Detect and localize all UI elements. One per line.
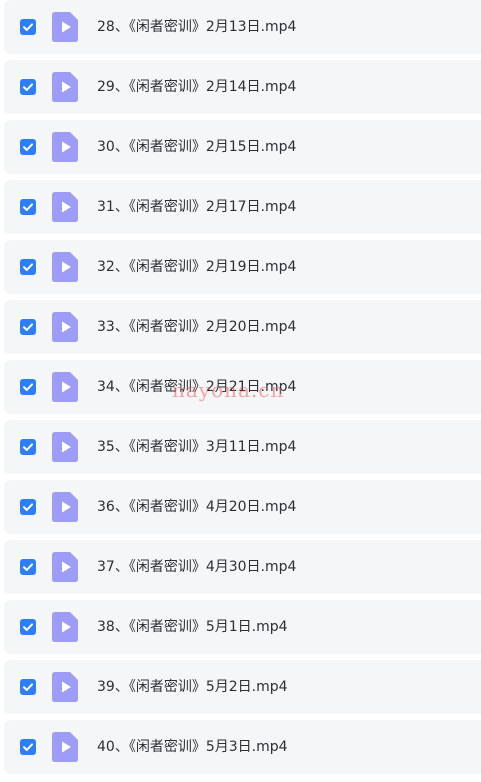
file-name[interactable]: 29、《闲者密训》2月14日.mp4: [97, 77, 296, 97]
file-row[interactable]: 38、《闲者密训》5月1日.mp4: [4, 600, 481, 654]
file-row[interactable]: 37、《闲者密训》4月30日.mp4: [4, 540, 481, 594]
file-checkbox[interactable]: [20, 259, 36, 275]
check-icon: [23, 383, 33, 391]
file-checkbox[interactable]: [20, 139, 36, 155]
file-name[interactable]: 31、《闲者密训》2月17日.mp4: [97, 197, 296, 217]
video-file-icon: [52, 372, 78, 402]
file-name[interactable]: 36、《闲者密训》4月20日.mp4: [97, 497, 296, 517]
video-file-icon: [52, 192, 78, 222]
check-icon: [23, 443, 33, 451]
file-name[interactable]: 35、《闲者密训》3月11日.mp4: [97, 437, 296, 457]
file-checkbox[interactable]: [20, 739, 36, 755]
video-file-icon: [52, 612, 78, 642]
video-file-icon: [52, 732, 78, 762]
file-row[interactable]: 39、《闲者密训》5月2日.mp4: [4, 660, 481, 714]
video-file-icon: [52, 12, 78, 42]
file-row[interactable]: 40、《闲者密训》5月3日.mp4: [4, 720, 481, 774]
file-checkbox[interactable]: [20, 499, 36, 515]
file-name[interactable]: 32、《闲者密训》2月19日.mp4: [97, 257, 296, 277]
check-icon: [23, 323, 33, 331]
file-name[interactable]: 33、《闲者密训》2月20日.mp4: [97, 317, 296, 337]
file-checkbox[interactable]: [20, 619, 36, 635]
file-row[interactable]: 36、《闲者密训》4月20日.mp4: [4, 480, 481, 534]
file-checkbox[interactable]: [20, 19, 36, 35]
check-icon: [23, 83, 33, 91]
check-icon: [23, 203, 33, 211]
file-checkbox[interactable]: [20, 379, 36, 395]
file-name[interactable]: 30、《闲者密训》2月15日.mp4: [97, 137, 296, 157]
check-icon: [23, 563, 33, 571]
file-checkbox[interactable]: [20, 679, 36, 695]
video-file-icon: [52, 432, 78, 462]
file-checkbox[interactable]: [20, 439, 36, 455]
video-file-icon: [52, 132, 78, 162]
file-row[interactable]: 35、《闲者密训》3月11日.mp4: [4, 420, 481, 474]
check-icon: [23, 263, 33, 271]
file-name[interactable]: 40、《闲者密训》5月3日.mp4: [97, 737, 288, 757]
file-checkbox[interactable]: [20, 199, 36, 215]
video-file-icon: [52, 552, 78, 582]
video-file-icon: [52, 72, 78, 102]
file-name[interactable]: 28、《闲者密训》2月13日.mp4: [97, 17, 296, 37]
file-row[interactable]: 34、《闲者密训》2月21日.mp4: [4, 360, 481, 414]
file-row[interactable]: 29、《闲者密训》2月14日.mp4: [4, 60, 481, 114]
video-file-icon: [52, 252, 78, 282]
file-checkbox[interactable]: [20, 559, 36, 575]
file-row[interactable]: 28、《闲者密训》2月13日.mp4: [4, 0, 481, 54]
file-row[interactable]: 32、《闲者密训》2月19日.mp4: [4, 240, 481, 294]
check-icon: [23, 143, 33, 151]
file-row[interactable]: 33、《闲者密训》2月20日.mp4: [4, 300, 481, 354]
file-checkbox[interactable]: [20, 79, 36, 95]
file-name[interactable]: 37、《闲者密训》4月30日.mp4: [97, 557, 296, 577]
file-row[interactable]: 30、《闲者密训》2月15日.mp4: [4, 120, 481, 174]
file-checkbox[interactable]: [20, 319, 36, 335]
video-file-icon: [52, 672, 78, 702]
check-icon: [23, 503, 33, 511]
check-icon: [23, 743, 33, 751]
file-name[interactable]: 38、《闲者密训》5月1日.mp4: [97, 617, 288, 637]
video-file-icon: [52, 492, 78, 522]
file-name[interactable]: 34、《闲者密训》2月21日.mp4: [97, 377, 296, 397]
file-list: 28、《闲者密训》2月13日.mp4 29、《闲者密训》2月14日.mp4 30…: [0, 0, 481, 782]
video-file-icon: [52, 312, 78, 342]
check-icon: [23, 623, 33, 631]
file-name[interactable]: 39、《闲者密训》5月2日.mp4: [97, 677, 288, 697]
check-icon: [23, 23, 33, 31]
file-row[interactable]: 31、《闲者密训》2月17日.mp4: [4, 180, 481, 234]
check-icon: [23, 683, 33, 691]
